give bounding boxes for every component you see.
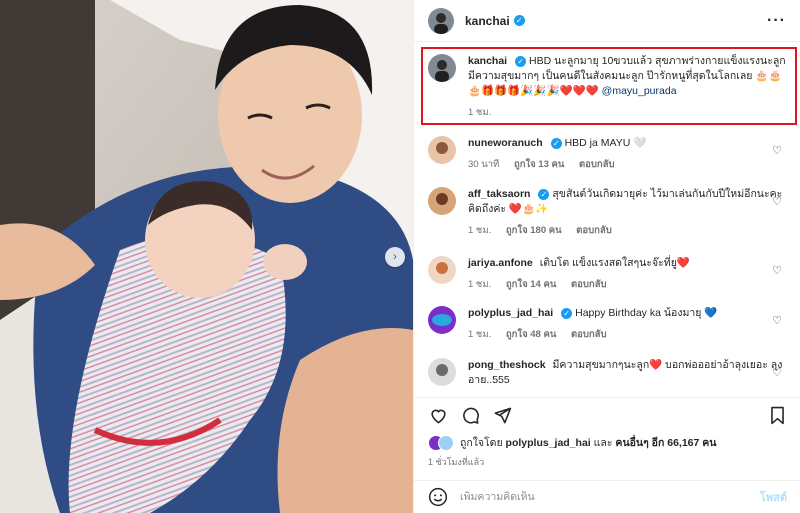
reply-button[interactable]: ตอบกลับ [576,225,612,236]
caption-emoji-line: 🎂🎁🎁🎁🎉🎉🎉❤️❤️❤️ @mayu_purada [468,84,788,99]
comment-body: pong_theshock มีความสุขมากๆนะลูก❤️ บอกพ่… [468,358,788,388]
like-comment-heart-icon[interactable]: ♡ [772,195,782,208]
reply-button[interactable]: ตอบกลับ [571,329,607,340]
comment-time[interactable]: 1 ชม. [468,279,491,290]
comment-body: aff_taksaorn ✓ สุขสันต์วันเกิดมายุค่ะ ไว้… [468,187,788,238]
comment-likes[interactable]: ถูกใจ 48 คน [506,329,556,340]
post-sidebar: kanchai ✓ ··· kanchai ✓ HBD นะลูกมายุ 10ข… [413,0,800,513]
comment-meta: 1 ชม. ถูกใจ 14 คน ตอบกลับ [468,277,788,292]
comment-username[interactable]: pong_theshock [468,359,546,371]
comment-item: polyplus_jad_hai ✓ Happy Birthday ka น้อง… [428,306,788,342]
likes-others[interactable]: คนอื่นๆ อีก 66,167 คน [615,434,716,451]
comment-body: jariya.anfone เติบโต แข็งแรงสดใสๆนะจ๊ะที… [468,256,788,292]
bookmark-icon[interactable] [766,405,788,427]
like-comment-heart-icon[interactable]: ♡ [772,264,782,277]
more-options-icon[interactable]: ··· [767,12,786,30]
comment-time[interactable]: 1 ชม. [468,225,491,236]
comment-meta: 1 ชม. ถูกใจ 180 คน ตอบกลับ [468,223,788,238]
post-photo[interactable]: › [0,0,413,513]
commenter-avatar[interactable] [428,256,456,284]
reply-button[interactable]: ตอบกลับ [579,159,615,170]
like-comment-heart-icon[interactable]: ♡ [772,366,782,379]
reply-button[interactable]: ตอบกลับ [571,279,607,290]
comment-item: pong_theshock มีความสุขมากๆนะลูก❤️ บอกพ่… [428,358,788,388]
caption-username[interactable]: kanchai [468,55,507,67]
post-header: kanchai ✓ ··· [414,0,800,42]
comment-likes[interactable]: ถูกใจ 180 คน [506,225,562,236]
instagram-post: › kanchai ✓ ··· kanchai ✓ HBD นะลูกมายุ 1… [0,0,800,513]
likes-avatars [428,434,454,451]
comment-likes[interactable]: ถูกใจ 14 คน [506,279,556,290]
post-timestamp[interactable]: 1 ชั่วโมงที่แล้ว [428,455,484,469]
photo-illustration [0,0,413,513]
like-comment-heart-icon[interactable]: ♡ [772,314,782,327]
comment-body: nuneworanuch ✓ HBD ja MAYU 🤍 30 นาที ถูกใ… [468,136,788,172]
comment-time[interactable]: 1 ชม. [468,329,491,340]
commenter-avatar[interactable] [428,306,456,334]
comment-input[interactable] [460,491,760,503]
post-actions [414,397,800,433]
caption-avatar[interactable] [428,54,456,82]
comment-username[interactable]: nuneworanuch [468,137,543,149]
caption-meta: 1 ชม. [468,105,788,120]
author-username[interactable]: kanchai [465,14,510,28]
commenter-avatar[interactable] [428,136,456,164]
comment-meta: 1 ชม. ถูกใจ 48 คน ตอบกลับ [468,327,788,342]
caption-body: kanchai ✓ HBD นะลูกมายุ 10ขวบแล้ว สุขภาพร… [468,54,788,120]
verified-badge-icon: ✓ [561,307,573,319]
comment-item: jariya.anfone เติบโต แข็งแรงสดใสๆนะจ๊ะที… [428,256,788,292]
author-avatar[interactable] [428,7,454,34]
emoji-icon[interactable] [428,487,448,507]
like-comment-heart-icon[interactable]: ♡ [772,144,782,157]
comment-likes[interactable]: ถูกใจ 13 คน [514,159,564,170]
comments-list[interactable]: kanchai ✓ HBD นะลูกมายุ 10ขวบแล้ว สุขภาพร… [414,44,800,392]
verified-badge-icon: ✓ [515,55,527,67]
comment-item: aff_taksaorn ✓ สุขสันต์วันเกิดมายุค่ะ ไว้… [428,187,788,238]
likes-summary: ถูกใจโดย polyplus_jad_hai และ คนอื่นๆ อี… [428,434,716,451]
comment-time[interactable]: 30 นาที [468,159,499,170]
verified-badge-icon: ✓ [538,188,550,200]
verified-badge-icon: ✓ [513,15,525,26]
comment-item: nuneworanuch ✓ HBD ja MAYU 🤍 30 นาที ถูกใ… [428,136,788,172]
commenter-avatar[interactable] [428,187,456,215]
comment-username[interactable]: jariya.anfone [468,257,533,269]
likes-prefix: ถูกใจโดย [460,437,503,449]
caption: kanchai ✓ HBD นะลูกมายุ 10ขวบแล้ว สุขภาพร… [428,54,788,120]
post-comment-button[interactable]: โพสต์ [760,488,787,506]
chevron-right-icon[interactable]: › [385,247,405,267]
comment-username[interactable]: aff_taksaorn [468,188,530,200]
comment-meta: 30 นาที ถูกใจ 13 คน ตอบกลับ [468,157,788,172]
comment-text: เติบโต แข็งแรงสดใสๆนะจ๊ะที่ยู❤️ [539,257,690,269]
verified-badge-icon: ✓ [550,137,562,149]
comment-body: polyplus_jad_hai ✓ Happy Birthday ka น้อง… [468,306,788,342]
commenter-avatar[interactable] [428,358,456,386]
comment-icon[interactable] [459,405,481,427]
comment-composer: โพสต์ [414,480,800,513]
caption-time[interactable]: 1 ชม. [468,107,491,118]
heart-icon[interactable] [427,405,449,427]
likes-joiner: และ [593,437,613,449]
comment-username[interactable]: polyplus_jad_hai [468,307,553,319]
liker-avatar [438,434,454,451]
caption-emojis: 🎂🎁🎁🎁🎉🎉🎉❤️❤️❤️ [468,85,599,97]
share-icon[interactable] [491,405,513,427]
comment-text: HBD ja MAYU 🤍 [564,137,647,149]
caption-mention[interactable]: @mayu_purada [602,85,677,97]
comment-text: Happy Birthday ka น้องมายุ 💙 [575,307,718,319]
likes-user[interactable]: polyplus_jad_hai [506,437,591,449]
